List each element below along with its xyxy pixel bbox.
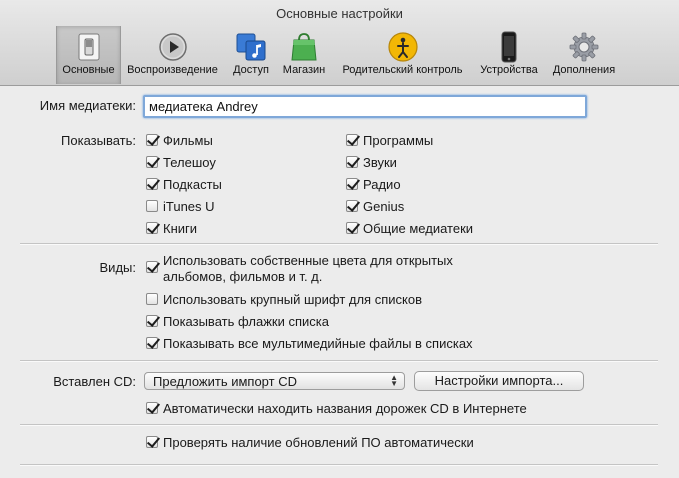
checkbox-label: Программы	[363, 133, 434, 148]
window-title: Основные настройки	[276, 6, 403, 21]
tab-store[interactable]: Магазин	[277, 26, 331, 80]
tab-label: Родительский контроль	[342, 64, 463, 76]
checkbox-label: Подкасты	[163, 177, 222, 192]
checkbox-label: Фильмы	[163, 133, 213, 148]
toolbar: Основные настройки Основные Воспроизведе…	[0, 0, 679, 86]
play-icon	[158, 33, 187, 61]
views-label: Виды:	[99, 260, 136, 275]
checkbox-label-line2: альбомов, фильмов и т. д.	[163, 269, 323, 284]
checkbox-label: Genius	[363, 199, 405, 214]
switch-icon	[78, 33, 99, 61]
tab-label: Воспроизведение	[127, 64, 218, 76]
library-name-label: Имя медиатеки:	[39, 98, 136, 113]
tab-label: Дополнения	[552, 64, 616, 76]
checkbox-radio[interactable]	[346, 178, 358, 190]
checkbox-auto-lookup[interactable]	[146, 402, 158, 414]
checkbox-label: Использовать собственные цвета для откры…	[163, 253, 453, 268]
checkbox-label: Радио	[363, 177, 401, 192]
checkbox-label: Звуки	[363, 155, 397, 170]
checkbox-tones[interactable]	[346, 156, 358, 168]
import-settings-button[interactable]: Настройки импорта...	[414, 371, 584, 391]
checkbox-label: Телешоу	[163, 155, 216, 170]
iphone-icon	[501, 31, 517, 63]
checkbox-books[interactable]	[146, 222, 158, 234]
checkbox-genius[interactable]	[346, 200, 358, 212]
music-share-icon	[236, 33, 266, 61]
tab-sharing[interactable]: Доступ	[229, 26, 273, 80]
checkbox-label: iTunes U	[163, 199, 215, 214]
cd-action-popup[interactable]: Предложить импорт CD ▲ ▼	[144, 372, 405, 390]
preferences-window: Основные настройки Основные Воспроизведе…	[0, 0, 679, 478]
tab-parental[interactable]: Родительский контроль	[335, 26, 470, 80]
checkbox-label: Книги	[163, 221, 198, 236]
checkbox-shared-libraries[interactable]	[346, 222, 358, 234]
checkbox-tv-shows[interactable]	[146, 156, 158, 168]
tab-playback[interactable]: Воспроизведение	[121, 26, 224, 80]
checkbox-label: Автоматически находить названия дорожек …	[163, 401, 527, 416]
tab-label: Доступ	[233, 64, 269, 76]
tab-label: Магазин	[282, 64, 326, 76]
gear-icon	[569, 32, 599, 62]
parental-control-icon	[387, 32, 418, 62]
separator	[20, 243, 658, 245]
separator	[20, 360, 658, 362]
library-name-input[interactable]	[143, 95, 587, 118]
checkbox-podcasts[interactable]	[146, 178, 158, 190]
checkbox-label: Проверять наличие обновлений ПО автомати…	[163, 435, 474, 450]
store-bag-icon	[291, 33, 317, 61]
checkbox-label: Общие медиатеки	[363, 221, 474, 236]
separator	[20, 424, 658, 426]
checkbox-custom-colors[interactable]	[146, 261, 158, 273]
updown-arrows-icon: ▲ ▼	[390, 373, 398, 388]
checkbox-movies[interactable]	[146, 134, 158, 146]
checkbox-itunes-u[interactable]	[146, 200, 158, 212]
checkbox-check-updates[interactable]	[146, 436, 158, 448]
checkbox-large-font[interactable]	[146, 293, 158, 305]
separator	[20, 464, 658, 466]
show-label: Показывать:	[61, 133, 136, 148]
general-settings-panel: Имя медиатеки: Показывать: Фильмы Телешо…	[0, 86, 679, 478]
checkbox-list-checkboxes[interactable]	[146, 315, 158, 327]
checkbox-apps[interactable]	[346, 134, 358, 146]
tab-label: Устройства	[480, 64, 538, 76]
tab-label: Основные	[62, 64, 115, 76]
tab-advanced[interactable]: Дополнения	[548, 26, 620, 80]
checkbox-label: Использовать крупный шрифт для списков	[163, 292, 422, 307]
tab-devices[interactable]: Устройства	[474, 26, 544, 80]
checkbox-show-all-media[interactable]	[146, 337, 158, 349]
cd-inserted-label: Вставлен CD:	[53, 374, 136, 389]
checkbox-label: Показывать флажки списка	[163, 314, 329, 329]
checkbox-label: Показывать все мультимедийные файлы в сп…	[163, 336, 473, 351]
tab-general[interactable]: Основные	[56, 26, 121, 84]
popup-value: Предложить импорт CD	[153, 374, 297, 389]
